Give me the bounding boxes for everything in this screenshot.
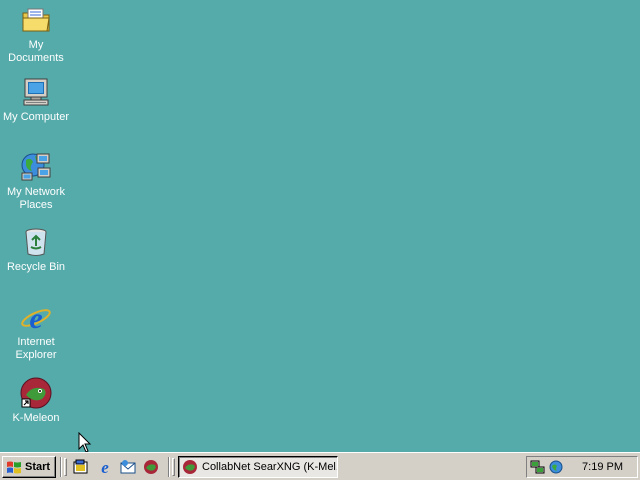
task-button-label: CollabNet SearXNG (K-Mel... <box>202 461 338 473</box>
svg-text:e: e <box>29 302 42 333</box>
desktop-icon-my-network-places[interactable]: My Network Places <box>0 151 72 212</box>
desktop-icon-recycle-bin[interactable]: Recycle Bin <box>0 226 72 274</box>
desktop-icon-label: My Documents <box>8 39 64 64</box>
outlook-express-icon[interactable] <box>120 459 136 475</box>
internet-explorer-icon[interactable]: e <box>97 458 113 477</box>
taskbar-separator <box>60 457 62 477</box>
desktop-icon-my-computer[interactable]: My Computer <box>0 76 72 124</box>
system-tray: 7:19 PM <box>526 456 638 478</box>
network-places-icon <box>20 151 52 183</box>
computer-icon <box>20 76 52 108</box>
clock[interactable]: 7:19 PM <box>582 461 623 473</box>
folder-documents-icon <box>20 4 52 36</box>
quick-launch-grip[interactable] <box>64 458 67 476</box>
start-button[interactable]: Start <box>2 456 56 478</box>
desktop-icon-label: My Network Places <box>6 186 66 211</box>
desktop-icon-label: K-Meleon <box>12 412 60 424</box>
desktop: My Documents My Computer My Network Plac… <box>0 0 640 454</box>
k-meleon-icon[interactable] <box>143 459 159 475</box>
start-label: Start <box>25 461 51 473</box>
volume-icon[interactable] <box>548 459 564 475</box>
desktop-icon-my-documents[interactable]: My Documents <box>0 4 72 65</box>
desktop-icon-label: Recycle Bin <box>6 261 66 273</box>
windows-flag-icon <box>6 460 22 474</box>
desktop-icon-internet-explorer[interactable]: e Internet Explorer <box>0 301 72 362</box>
internet-explorer-icon: e <box>20 301 52 335</box>
taskbar-separator <box>168 457 170 477</box>
svg-text:e: e <box>101 459 109 475</box>
show-desktop-icon[interactable] <box>73 459 89 475</box>
desktop-icon-label: Internet Explorer <box>15 336 57 361</box>
task-button-collabnet-searxng[interactable]: CollabNet SearXNG (K-Mel... <box>178 456 338 478</box>
recycle-bin-icon <box>20 226 52 258</box>
mouse-cursor-icon <box>78 431 92 454</box>
taskbar: Start e CollabNet SearXNG (K-Mel... 7:19… <box>0 452 640 480</box>
task-area-grip[interactable] <box>172 458 175 476</box>
network-connection-icon[interactable] <box>530 459 546 475</box>
k-meleon-icon <box>20 377 52 409</box>
desktop-icon-k-meleon[interactable]: K-Meleon <box>0 377 72 425</box>
desktop-icon-label: My Computer <box>2 111 70 123</box>
k-meleon-icon <box>182 459 198 475</box>
